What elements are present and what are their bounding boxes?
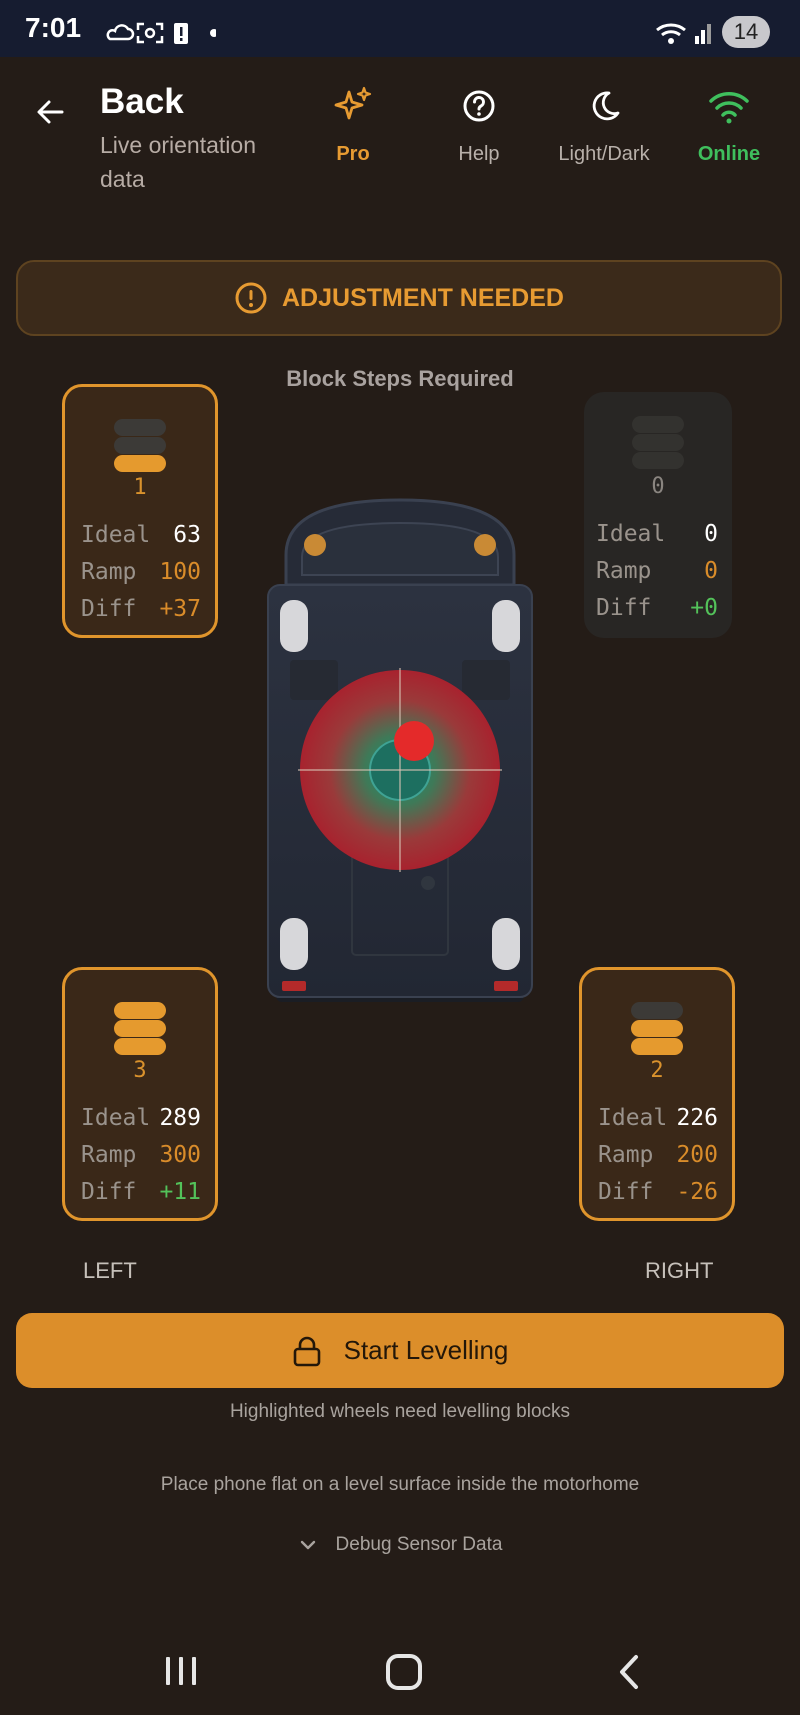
ramp-label: Ramp bbox=[81, 1142, 137, 1168]
headlight-right bbox=[474, 534, 496, 556]
wifi-icon bbox=[709, 92, 749, 124]
debug-sensor-toggle[interactable]: Debug Sensor Data bbox=[0, 1534, 800, 1556]
ramp-value: 100 bbox=[159, 559, 201, 585]
theme-toggle-button[interactable]: Light/Dark bbox=[544, 84, 664, 166]
help-label: Help bbox=[458, 143, 500, 165]
theme-label: Light/Dark bbox=[558, 143, 650, 165]
ideal-value: 0 bbox=[704, 521, 718, 547]
online-label: Online bbox=[697, 143, 761, 165]
wheel-card-front-left[interactable]: 1 Ideal 63 Ramp 100 Diff +37 bbox=[62, 384, 218, 638]
diff-value: +37 bbox=[159, 596, 201, 622]
wheel-front-right bbox=[492, 600, 520, 652]
ramp-value: 200 bbox=[676, 1142, 718, 1168]
moon-icon bbox=[592, 91, 620, 121]
cloud-icon bbox=[106, 24, 135, 41]
ideal-value: 289 bbox=[159, 1105, 201, 1131]
taillight-left bbox=[282, 981, 306, 991]
system-nav-bar bbox=[0, 1628, 800, 1715]
diff-value: +0 bbox=[690, 595, 718, 621]
block-count: 1 bbox=[133, 475, 147, 500]
wheel-card-front-right[interactable]: 0 Ideal 0 Ramp 0 Diff +0 bbox=[584, 392, 732, 638]
ideal-label: Ideal bbox=[81, 522, 151, 548]
start-levelling-button[interactable]: Start Levelling bbox=[16, 1313, 784, 1388]
diff-label: Diff bbox=[81, 1179, 137, 1205]
diff-label: Diff bbox=[598, 1179, 654, 1205]
adjustment-banner: ADJUSTMENT NEEDED bbox=[16, 260, 782, 336]
home-icon[interactable] bbox=[384, 1654, 424, 1690]
page-title[interactable]: Back bbox=[100, 82, 184, 122]
ideal-label: Ideal bbox=[81, 1105, 151, 1131]
banner-text: ADJUSTMENT NEEDED bbox=[282, 283, 564, 312]
ideal-label: Ideal bbox=[598, 1105, 668, 1131]
instruction-note: Place phone flat on a level surface insi… bbox=[160, 1474, 640, 1495]
wheel-card-rear-right[interactable]: 2 Ideal 226 Ramp 200 Diff -26 bbox=[579, 967, 735, 1221]
block-stack bbox=[65, 401, 215, 472]
status-bar: 7:01 14 bbox=[0, 0, 800, 57]
wheel-rear-right bbox=[492, 918, 520, 970]
ideal-value: 63 bbox=[173, 522, 201, 548]
block-stack bbox=[584, 406, 732, 469]
status-time: 7:01 bbox=[25, 12, 82, 43]
ramp-label: Ramp bbox=[81, 559, 137, 585]
wheel-rear-left bbox=[280, 918, 308, 970]
help-circle-icon bbox=[463, 90, 495, 122]
ramp-label: Ramp bbox=[596, 558, 652, 584]
back-icon[interactable] bbox=[614, 1654, 644, 1690]
block-count: 0 bbox=[651, 474, 665, 499]
lock-icon bbox=[293, 1336, 320, 1366]
wheel-card-rear-left[interactable]: 3 Ideal 289 Ramp 300 Diff +11 bbox=[62, 967, 218, 1221]
diff-value: +11 bbox=[159, 1179, 201, 1205]
wheel-front-left bbox=[280, 600, 308, 652]
pro-label: Pro bbox=[336, 143, 370, 165]
online-status-button[interactable]: Online bbox=[669, 84, 789, 166]
ideal-value: 226 bbox=[676, 1105, 718, 1131]
wifi-icon bbox=[656, 23, 711, 44]
right-side-label: RIGHT bbox=[645, 1258, 714, 1283]
start-levelling-label: Start Levelling bbox=[343, 1335, 509, 1365]
left-side-label: LEFT bbox=[83, 1258, 137, 1283]
ramp-label: Ramp bbox=[598, 1142, 654, 1168]
status-left-icons bbox=[106, 20, 218, 51]
vehicle-illustration bbox=[267, 498, 533, 1002]
taillight-right bbox=[494, 981, 518, 991]
debug-sensor-label: Debug Sensor Data bbox=[335, 1534, 503, 1555]
diff-value: -26 bbox=[676, 1179, 718, 1205]
ramp-value: 300 bbox=[159, 1142, 201, 1168]
help-button[interactable]: Help bbox=[419, 84, 539, 166]
block-count: 3 bbox=[133, 1058, 147, 1083]
highlight-note: Highlighted wheels need levelling blocks bbox=[229, 1401, 571, 1422]
headlight-left bbox=[304, 534, 326, 556]
alert-battery-icon bbox=[174, 23, 188, 44]
dot-icon bbox=[210, 29, 218, 37]
screenshot-icon bbox=[136, 22, 164, 44]
page-subtitle: Live orientation data bbox=[100, 132, 256, 192]
recent-apps-icon[interactable] bbox=[163, 1654, 199, 1688]
back-arrow-icon[interactable] bbox=[36, 99, 64, 125]
battery-badge: 14 bbox=[722, 16, 770, 48]
ideal-label: Ideal bbox=[596, 521, 666, 547]
sparkle-icon bbox=[334, 86, 372, 120]
alert-circle-icon bbox=[235, 282, 267, 314]
block-stack bbox=[65, 984, 215, 1055]
chevron-down-icon bbox=[300, 1540, 315, 1550]
ramp-value: 0 bbox=[704, 558, 718, 584]
block-count: 2 bbox=[650, 1058, 664, 1083]
block-stack bbox=[582, 984, 732, 1055]
level-bubble-dot bbox=[394, 721, 434, 761]
diff-label: Diff bbox=[81, 596, 137, 622]
diff-label: Diff bbox=[596, 595, 652, 621]
pro-button[interactable]: Pro bbox=[293, 84, 413, 166]
